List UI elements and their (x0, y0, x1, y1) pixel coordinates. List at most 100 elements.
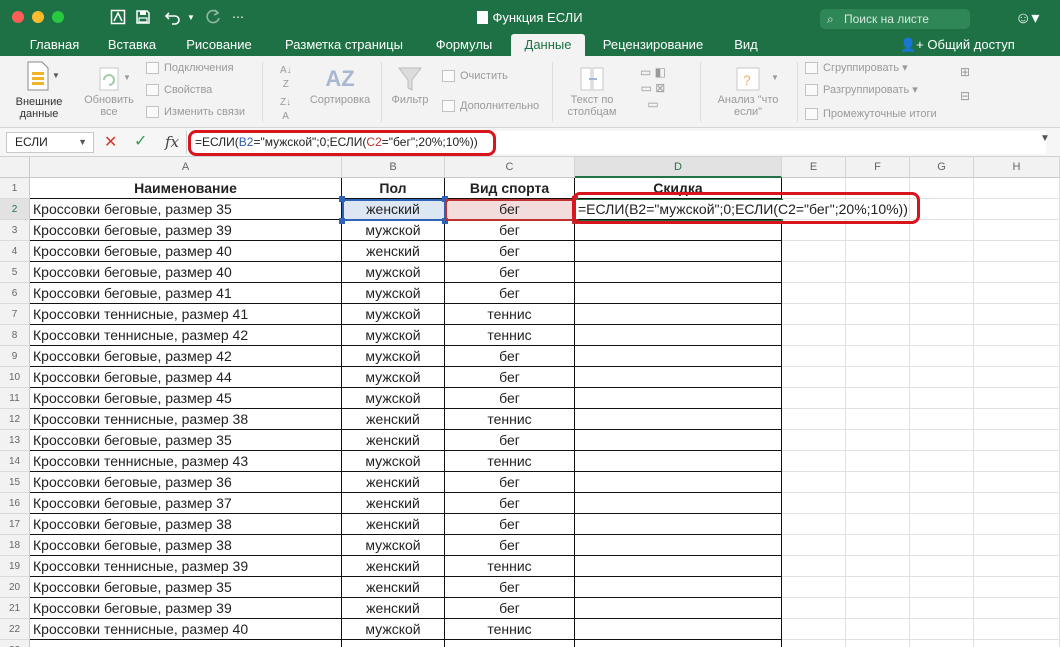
table-cell[interactable]: бег (445, 472, 575, 493)
table-cell[interactable]: бег (445, 367, 575, 388)
table-cell[interactable]: Кроссовки беговые, размер 35 (30, 577, 342, 598)
table-cell[interactable] (910, 325, 974, 346)
advanced-filter-button[interactable]: Дополнительно (442, 98, 539, 114)
tab-insert[interactable]: Вставка (96, 34, 168, 56)
row-header[interactable]: 3 (0, 220, 30, 241)
table-cell[interactable]: мужской (342, 325, 445, 346)
tab-data[interactable]: Данные (511, 34, 585, 56)
table-cell[interactable]: мужской (342, 346, 445, 367)
zoom-window-button[interactable] (52, 11, 64, 23)
save-icon[interactable] (133, 7, 153, 27)
refresh-dropdown-icon[interactable]: ▼ (123, 72, 131, 84)
table-cell[interactable] (910, 598, 974, 619)
reference-handle[interactable] (442, 196, 448, 202)
row-header[interactable]: 20 (0, 577, 30, 598)
table-cell[interactable] (575, 346, 782, 367)
table-cell[interactable]: мужской (342, 367, 445, 388)
table-cell[interactable] (910, 535, 974, 556)
table-cell[interactable] (910, 283, 974, 304)
table-cell[interactable] (782, 346, 846, 367)
table-cell[interactable]: женский (342, 514, 445, 535)
table-cell[interactable]: женский (342, 430, 445, 451)
table-cell[interactable] (782, 577, 846, 598)
table-cell[interactable] (974, 367, 1060, 388)
table-cell[interactable] (575, 220, 782, 241)
table-cell[interactable] (846, 388, 910, 409)
table-cell[interactable] (974, 199, 1060, 220)
data-tools-icons[interactable]: ▭ ◧ ▭ ⊠ ▭ (633, 64, 673, 112)
table-cell[interactable] (974, 640, 1060, 647)
table-cell[interactable] (974, 535, 1060, 556)
cancel-icon[interactable]: ✕ (104, 132, 117, 152)
table-cell[interactable] (575, 262, 782, 283)
table-cell[interactable] (974, 283, 1060, 304)
table-cell[interactable] (782, 430, 846, 451)
connections-button[interactable]: Подключения (146, 60, 234, 76)
table-cell[interactable] (910, 556, 974, 577)
header-cell[interactable]: Скидка (575, 178, 782, 199)
table-cell[interactable] (445, 640, 575, 647)
reference-handle[interactable] (339, 218, 345, 224)
close-window-button[interactable] (12, 11, 24, 23)
table-cell[interactable] (974, 220, 1060, 241)
header-cell[interactable]: Пол (342, 178, 445, 199)
table-cell[interactable] (974, 346, 1060, 367)
table-cell[interactable]: Кроссовки беговые, размер 42 (30, 346, 342, 367)
active-cell-editor[interactable]: =ЕСЛИ(B2="мужской";0;ЕСЛИ(C2="бег";20%;1… (576, 200, 908, 219)
subtotals-button[interactable]: Промежуточные итоги (805, 106, 937, 122)
row-header[interactable]: 13 (0, 430, 30, 451)
table-cell[interactable] (782, 514, 846, 535)
table-cell[interactable] (782, 304, 846, 325)
table-cell[interactable] (782, 283, 846, 304)
external-data-button[interactable]: Внешние данные (10, 60, 68, 120)
undo-dropdown-icon[interactable]: ▼ (186, 7, 196, 27)
table-cell[interactable] (846, 619, 910, 640)
table-cell[interactable]: Кроссовки беговые, размер 35 (30, 430, 342, 451)
column-header-b[interactable]: B (342, 157, 445, 178)
table-cell[interactable] (575, 304, 782, 325)
table-cell[interactable]: женский (342, 199, 445, 220)
table-cell[interactable] (782, 388, 846, 409)
table-cell[interactable]: мужской (342, 619, 445, 640)
table-cell[interactable]: мужской (342, 220, 445, 241)
table-cell[interactable] (910, 493, 974, 514)
table-cell[interactable]: мужской (342, 451, 445, 472)
table-cell[interactable] (974, 262, 1060, 283)
table-cell[interactable] (575, 472, 782, 493)
header-cell[interactable]: Вид спорта (445, 178, 575, 199)
table-cell[interactable] (575, 430, 782, 451)
table-cell[interactable]: мужской (342, 388, 445, 409)
table-cell[interactable] (575, 619, 782, 640)
customize-toolbar-icon[interactable]: ⋯ (232, 7, 244, 27)
reference-handle[interactable] (339, 196, 345, 202)
row-header[interactable]: 1 (0, 178, 30, 199)
column-header-a[interactable]: A (30, 157, 342, 178)
table-cell[interactable] (910, 451, 974, 472)
table-cell[interactable]: женский (342, 241, 445, 262)
table-cell[interactable]: бег (445, 598, 575, 619)
row-header[interactable]: 19 (0, 556, 30, 577)
table-cell[interactable] (575, 388, 782, 409)
row-header[interactable]: 8 (0, 325, 30, 346)
share-button[interactable]: 👤+ Общий доступ (900, 34, 1015, 56)
table-cell[interactable] (910, 178, 974, 199)
table-cell[interactable]: Кроссовки беговые, размер 45 (30, 388, 342, 409)
table-cell[interactable] (846, 535, 910, 556)
table-cell[interactable]: бег (445, 283, 575, 304)
column-header-d[interactable]: D (575, 157, 782, 178)
table-cell[interactable] (974, 514, 1060, 535)
row-header[interactable]: 5 (0, 262, 30, 283)
table-cell[interactable] (575, 598, 782, 619)
table-cell[interactable] (782, 472, 846, 493)
table-cell[interactable] (846, 451, 910, 472)
table-cell[interactable] (846, 430, 910, 451)
table-cell[interactable]: бег (445, 241, 575, 262)
properties-button[interactable]: Свойства (146, 82, 212, 98)
table-cell[interactable] (910, 220, 974, 241)
table-cell[interactable] (974, 409, 1060, 430)
table-cell[interactable]: Кроссовки беговые, размер 35 (30, 199, 342, 220)
insert-function-icon[interactable]: fx (165, 133, 179, 151)
tab-review[interactable]: Рецензирование (590, 34, 716, 56)
table-cell[interactable]: бег (445, 577, 575, 598)
table-cell[interactable] (846, 325, 910, 346)
